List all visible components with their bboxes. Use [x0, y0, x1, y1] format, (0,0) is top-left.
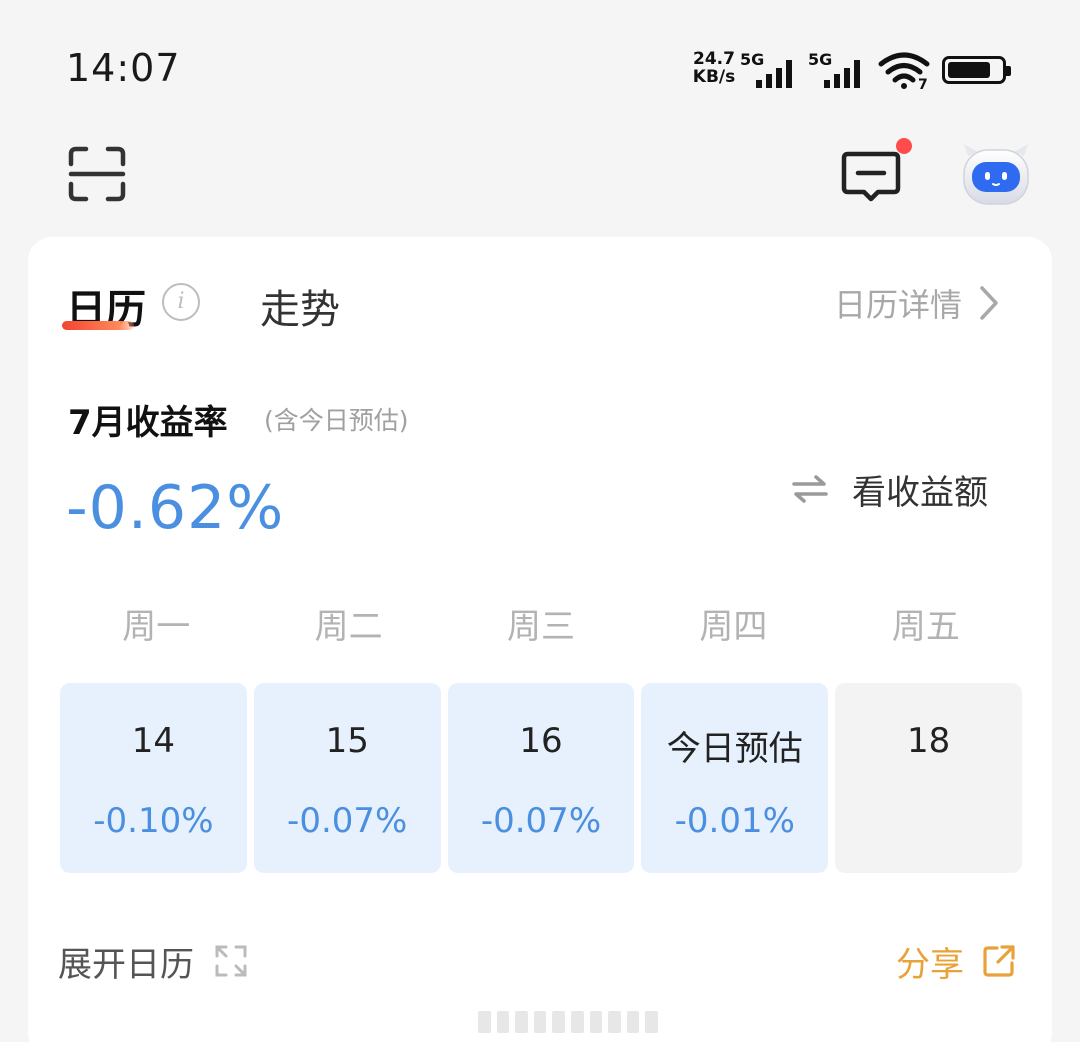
message-icon[interactable] — [840, 148, 902, 206]
active-tab-indicator — [62, 321, 134, 330]
network-speed: 24.7 KB/s — [686, 50, 742, 86]
signal-bars-icon — [756, 60, 792, 88]
network-speed-value: 24.7 — [693, 49, 735, 69]
day-return: -0.01% — [674, 801, 795, 841]
month-return-title: 7月收益率 — [68, 403, 228, 443]
network-speed-unit: KB/s — [692, 67, 736, 87]
day-label: 15 — [325, 721, 369, 761]
weekday-label: 周五 — [891, 607, 960, 647]
swap-arrows-icon — [792, 475, 828, 503]
day-return: -0.07% — [480, 801, 602, 841]
month-return-note: (含今日预估) — [264, 406, 409, 435]
tab-trend[interactable]: 走势 — [260, 277, 340, 335]
day-label: 18 — [906, 721, 951, 761]
share-label: 分享 — [896, 944, 964, 985]
expand-icon — [215, 945, 247, 977]
expand-calendar-button[interactable]: 展开日历 — [58, 937, 248, 985]
screen: 14:07 24.7 KB/s 5G 5G 7 日历 i 走势 日历详情 7月收… — [0, 0, 1080, 1042]
watermark-artifact — [478, 1009, 658, 1035]
top-toolbar — [0, 130, 1080, 230]
day-label: 今日预估 — [666, 729, 803, 769]
weekday-label: 周二 — [314, 607, 383, 647]
share-external-icon — [983, 945, 1015, 977]
weekday-header: 周一 周二 周三 周四 周五 — [60, 599, 1022, 648]
day-label: 16 — [519, 721, 563, 761]
battery-fill — [948, 62, 990, 78]
day-label: 14 — [131, 721, 176, 761]
weekday-label: 周四 — [699, 607, 768, 647]
returns-card: 日历 i 走势 日历详情 7月收益率 (含今日预估) -0.62% 看收益额 周… — [28, 237, 1052, 1042]
expand-calendar-label: 展开日历 — [58, 944, 194, 985]
status-time: 14:07 — [66, 46, 181, 90]
notification-dot — [896, 138, 912, 154]
day-cells: 14 -0.10% 15 -0.07% 16 -0.07% 今日预估 -0.01… — [60, 683, 1022, 873]
view-amount-toggle[interactable]: 看收益额 — [792, 467, 988, 513]
signal-sim1: 5G — [740, 50, 800, 90]
weekday-label: 周三 — [507, 607, 576, 647]
month-return-rate: -0.62% — [66, 473, 285, 543]
info-icon[interactable]: i — [162, 283, 200, 321]
robot-assistant-icon[interactable] — [960, 142, 1032, 208]
day-cell-future: 18 — [835, 683, 1022, 873]
signal-sim2: 5G — [808, 50, 868, 90]
day-cell[interactable]: 14 -0.10% — [60, 683, 247, 873]
status-bar: 14:07 24.7 KB/s 5G 5G 7 — [0, 0, 1080, 130]
share-button[interactable]: 分享 — [896, 937, 1016, 985]
battery-icon — [942, 56, 1011, 84]
scan-icon[interactable] — [68, 146, 126, 202]
wifi-icon: 7 — [878, 52, 930, 90]
wifi-badge: 7 — [918, 77, 928, 90]
chevron-right-icon — [980, 286, 998, 320]
battery-tip — [1006, 66, 1011, 76]
calendar-detail-link[interactable]: 日历详情 — [834, 283, 1000, 324]
view-amount-label: 看收益额 — [852, 472, 988, 513]
signal-bars-icon — [824, 60, 860, 88]
day-return: -0.10% — [93, 801, 214, 841]
day-return: -0.07% — [287, 801, 408, 841]
day-cell[interactable]: 16 -0.07% — [447, 683, 635, 873]
day-cell-today[interactable]: 今日预估 -0.01% — [641, 683, 829, 873]
calendar-detail-label: 日历详情 — [834, 286, 963, 324]
day-cell[interactable]: 15 -0.07% — [253, 683, 441, 873]
weekday-label: 周一 — [122, 607, 191, 647]
